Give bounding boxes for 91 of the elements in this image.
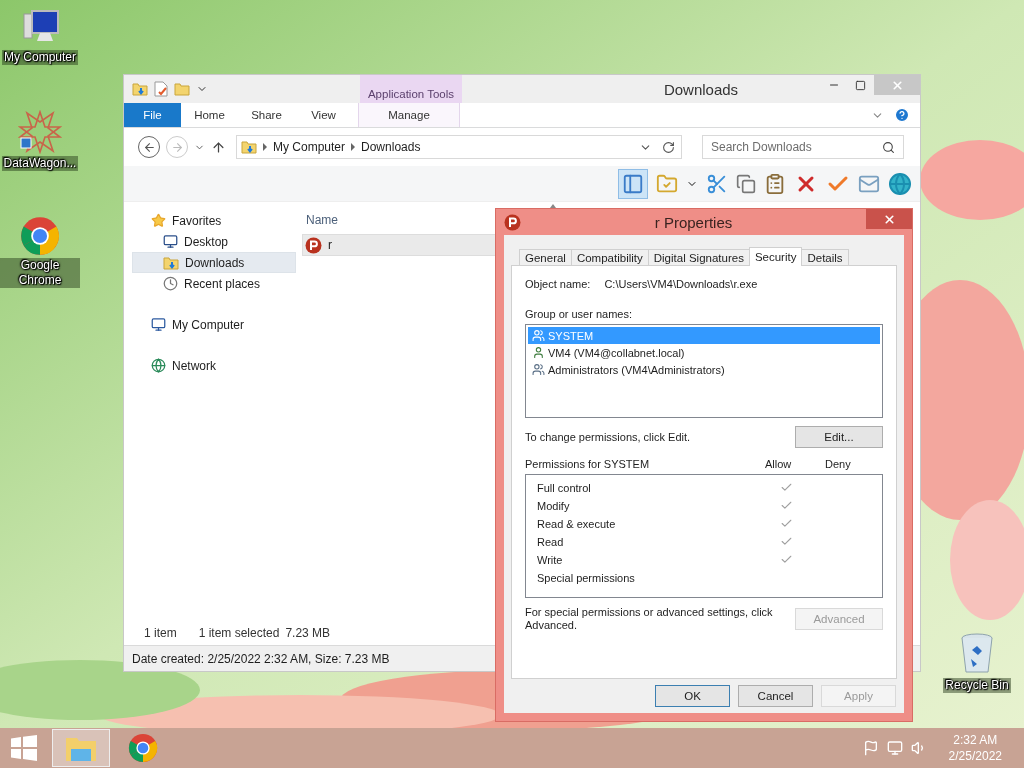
maximize-icon (855, 79, 866, 91)
forward-icon[interactable] (170, 140, 184, 154)
windows-logo-icon (11, 735, 37, 761)
close-icon (882, 212, 896, 226)
up-icon[interactable] (211, 139, 226, 155)
permission-name: Read (537, 536, 565, 548)
dialog-button[interactable]: Cancel (738, 685, 813, 707)
icon-label[interactable]: Google Chrome (0, 258, 80, 288)
globe-icon[interactable] (888, 171, 912, 196)
nav-item[interactable]: Recent places (132, 273, 296, 294)
check-icon (779, 481, 793, 494)
globe-icon (151, 358, 166, 373)
list-label: Group or user names: (525, 308, 632, 320)
field-label: Object name: (525, 278, 591, 290)
star-pattern-icon (18, 110, 62, 154)
back-icon[interactable] (142, 140, 156, 154)
search-field[interactable]: Search Downloads (702, 135, 904, 159)
nav-item[interactable]: Desktop (132, 231, 296, 252)
copy-icon[interactable] (736, 173, 756, 194)
hint-text: For special permissions or advanced settings, click Advanced. (525, 606, 774, 632)
paste-icon[interactable] (764, 172, 786, 195)
permission-name: Modify (537, 500, 571, 512)
document-icon[interactable] (154, 81, 168, 97)
help-icon[interactable] (894, 107, 910, 123)
dialog-title: r Properties (653, 213, 734, 231)
star-icon (151, 213, 166, 228)
breadcrumb[interactable]: Downloads (361, 140, 421, 154)
p-logo-icon (504, 213, 521, 231)
folder-icon[interactable] (656, 172, 678, 195)
edit-button[interactable]: Edit... (795, 426, 883, 448)
download-folder-icon (163, 254, 179, 271)
user-item[interactable]: Administrators (VM4\Administrators) (528, 361, 880, 378)
nav-item[interactable]: Network (132, 355, 296, 376)
users-icon (532, 329, 545, 342)
chrome-icon (128, 733, 158, 763)
permission-name: Special permissions (537, 572, 636, 584)
user-item[interactable]: VM4 (VM4@collabnet.local) (528, 344, 880, 361)
breadcrumb[interactable]: My Computer (273, 140, 346, 154)
clock-icon (163, 276, 178, 291)
folder-icon (174, 81, 190, 97)
ribbon-tab[interactable]: File (124, 103, 181, 127)
address-bar[interactable]: My Computer Downloads (236, 135, 682, 159)
nav-item[interactable]: Downloads (132, 252, 296, 273)
permission-name: Full control (537, 482, 592, 494)
context-tab-header: Application Tools (360, 75, 462, 103)
close-button[interactable] (866, 209, 912, 229)
search-icon (882, 140, 895, 154)
chrome-icon (20, 216, 60, 256)
nav-item[interactable]: Favorites (132, 210, 296, 231)
cut-icon[interactable] (706, 172, 728, 195)
refresh-icon[interactable] (662, 140, 675, 154)
hint-text: To change permissions, click Edit. (525, 431, 691, 443)
permission-name: Write (537, 554, 564, 566)
download-folder-icon (132, 81, 148, 97)
check-icon (779, 553, 793, 566)
ribbon-tab[interactable]: Manage (358, 103, 460, 127)
status-text: 7.23 MB (285, 625, 331, 640)
recycle-bin-icon (958, 632, 996, 676)
tab[interactable]: Digital Signatures (647, 249, 750, 266)
monitor-icon (163, 234, 178, 249)
taskbar-button[interactable] (52, 729, 110, 767)
list-label: Permissions for SYSTEM (525, 458, 651, 470)
tab[interactable]: Details (801, 249, 849, 266)
close-icon (890, 78, 904, 92)
nav-item[interactable]: My Computer (132, 314, 296, 335)
p-logo-icon (305, 236, 322, 254)
user-list[interactable]: SYSTEM VM4 (VM4@collabnet.local) Administrators (VM4\Administrators) (525, 324, 883, 418)
tab[interactable]: Compatibility (570, 249, 649, 266)
column-header: Allow (765, 458, 793, 470)
object-path: C:\Users\VM4\Downloads\r.exe (604, 278, 758, 290)
preview-pane-icon[interactable] (622, 172, 644, 195)
user-icon (532, 346, 545, 359)
column-header: Deny (825, 458, 851, 470)
status-text: 1 item selected (198, 625, 280, 640)
download-folder-icon (241, 139, 257, 155)
tab[interactable]: Security (748, 247, 803, 266)
computer-icon (151, 317, 166, 332)
users-icon (532, 363, 545, 376)
check-icon (779, 499, 793, 512)
icon-label[interactable]: My Computer (2, 50, 78, 65)
dialog-button[interactable]: OK (655, 685, 730, 707)
check-icon (779, 517, 793, 530)
window-title: Downloads (662, 80, 740, 98)
status-text: 1 item (144, 625, 177, 640)
tab[interactable]: General (519, 249, 572, 266)
check-icon (779, 535, 793, 548)
file-name: r (328, 238, 332, 252)
network-icon[interactable] (886, 740, 903, 756)
flag-icon[interactable] (862, 740, 879, 756)
permission-name: Read & execute (537, 518, 617, 530)
icon-label[interactable]: DataWagon... (1, 156, 79, 171)
